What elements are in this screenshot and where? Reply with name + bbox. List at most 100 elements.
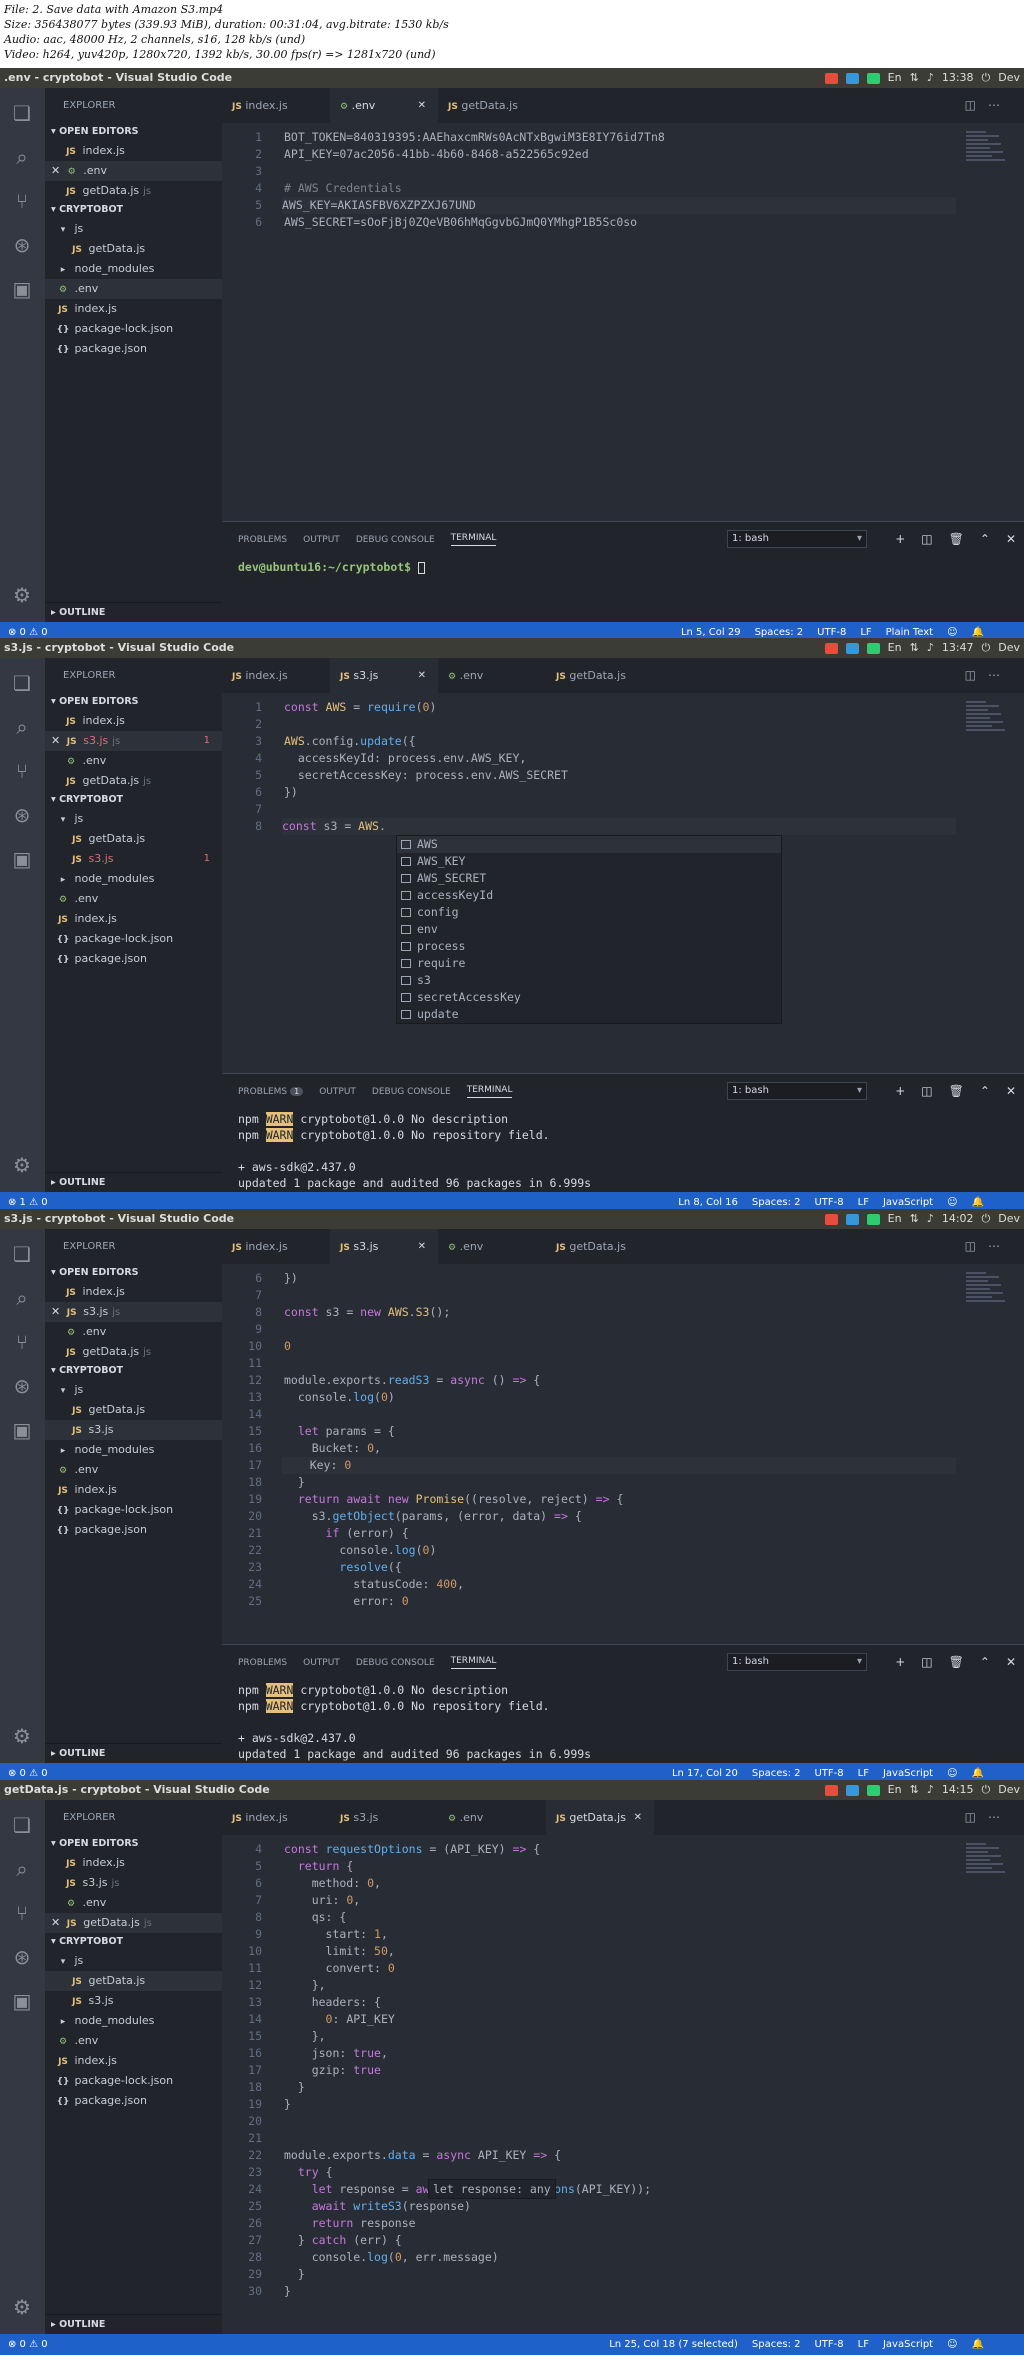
panel-tab[interactable]: OUTPUT: [319, 1087, 356, 1097]
outline-section[interactable]: ▸ OUTLINE: [45, 2314, 222, 2334]
file-item[interactable]: ⚙ .env: [45, 889, 222, 909]
panel-tab[interactable]: PROBLEMS 1: [238, 1086, 304, 1097]
file-item[interactable]: ▸ node_modules: [45, 1440, 222, 1460]
status-problems[interactable]: ⊗ 0 ⚠ 0: [8, 2334, 48, 2355]
project-header[interactable]: ▾ CRYPTOBOT: [45, 201, 222, 219]
debug-icon[interactable]: ⊛: [10, 804, 34, 826]
trash-icon[interactable]: 🗑: [949, 1074, 964, 1109]
file-item[interactable]: JS index.js: [45, 1480, 222, 1500]
more-actions-icon[interactable]: ⋯: [988, 1239, 1012, 1253]
maximize-panel-icon[interactable]: ⌃: [980, 1074, 990, 1109]
close-panel-icon[interactable]: ✕: [1006, 1074, 1016, 1109]
minimap[interactable]: [966, 701, 1012, 741]
volume-icon[interactable]: ♪: [927, 68, 934, 88]
trash-icon[interactable]: 🗑: [949, 522, 964, 557]
split-editor-icon[interactable]: ◫: [965, 1810, 988, 1824]
editor-tab[interactable]: JS getData.js ✕: [546, 1800, 654, 1835]
file-item[interactable]: {} package.json: [45, 339, 222, 359]
file-item[interactable]: ▾ js: [45, 1380, 222, 1400]
feedback-icon[interactable]: ☺: [947, 2334, 957, 2355]
editor-tab[interactable]: ⚙ .env: [438, 658, 546, 693]
suggestion-item[interactable]: s3: [397, 972, 781, 989]
settings-gear-icon[interactable]: ⚙: [10, 584, 34, 606]
maximize-panel-icon[interactable]: ⌃: [980, 1645, 990, 1680]
file-item[interactable]: ✕ JS s3.js js 1: [45, 731, 222, 751]
close-editor-icon[interactable]: ✕: [51, 1916, 64, 1929]
autocomplete-popup[interactable]: AWS AWS_KEY AWS_SECRET accessKeyId config env…: [396, 835, 782, 1024]
file-item[interactable]: ⚙ .env: [45, 751, 222, 771]
file-item[interactable]: ✕ JS s3.js js: [45, 1302, 222, 1322]
record-icon[interactable]: [824, 1213, 838, 1225]
editor-tab[interactable]: JS index.js: [222, 1800, 330, 1835]
terminal-select[interactable]: 1: bash: [727, 1653, 867, 1671]
telegram-icon[interactable]: [845, 1784, 859, 1796]
record-icon[interactable]: [824, 1784, 838, 1796]
files-icon[interactable]: ❏: [10, 102, 34, 124]
file-item[interactable]: JS getData.js js: [45, 771, 222, 791]
panel-tab[interactable]: TERMINAL: [450, 1656, 497, 1669]
file-item[interactable]: ⚙ .env: [45, 279, 222, 299]
file-item[interactable]: {} package-lock.json: [45, 2071, 222, 2091]
power-icon[interactable]: ⏻: [982, 68, 991, 88]
editor-tab[interactable]: ⚙ .env ✕: [330, 88, 438, 123]
file-item[interactable]: JS index.js: [45, 1282, 222, 1302]
suggestion-item[interactable]: accessKeyId: [397, 887, 781, 904]
close-editor-icon[interactable]: ✕: [51, 164, 64, 177]
file-item[interactable]: {} package-lock.json: [45, 1500, 222, 1520]
settings-gear-icon[interactable]: ⚙: [10, 1725, 34, 1747]
debug-icon[interactable]: ⊛: [10, 234, 34, 256]
status-item[interactable]: LF: [858, 2334, 869, 2355]
network-icon[interactable]: ⇅: [910, 638, 919, 658]
minimap[interactable]: [966, 1843, 1012, 1883]
split-terminal-icon[interactable]: ◫: [921, 1074, 932, 1109]
file-item[interactable]: JS index.js: [45, 299, 222, 319]
file-item[interactable]: JS getData.js: [45, 829, 222, 849]
files-icon[interactable]: ❏: [10, 672, 34, 694]
file-item[interactable]: JS s3.js: [45, 1420, 222, 1440]
record-icon[interactable]: [824, 642, 838, 654]
split-terminal-icon[interactable]: ◫: [921, 1645, 932, 1680]
power-icon[interactable]: ⏻: [982, 638, 991, 658]
panel-tab[interactable]: DEBUG CONSOLE: [372, 1087, 451, 1097]
file-item[interactable]: {} package.json: [45, 949, 222, 969]
settings-gear-icon[interactable]: ⚙: [10, 2296, 34, 2318]
panel-tab[interactable]: PROBLEMS: [238, 535, 287, 545]
more-actions-icon[interactable]: ⋯: [988, 98, 1012, 112]
suggestion-item[interactable]: process: [397, 938, 781, 955]
file-item[interactable]: {} package-lock.json: [45, 319, 222, 339]
language-indicator[interactable]: En: [888, 1209, 902, 1229]
file-item[interactable]: ⚙ .env: [45, 2031, 222, 2051]
file-item[interactable]: {} package.json: [45, 2091, 222, 2111]
telegram-icon[interactable]: [845, 1213, 859, 1225]
bell-icon[interactable]: 🔔: [972, 2334, 984, 2355]
more-actions-icon[interactable]: ⋯: [988, 668, 1012, 682]
file-item[interactable]: {} package.json: [45, 1520, 222, 1540]
add-terminal-icon[interactable]: +: [895, 1074, 905, 1109]
add-terminal-icon[interactable]: +: [895, 1645, 905, 1680]
editor-tab[interactable]: ⚙ .env: [438, 1800, 546, 1835]
close-editor-icon[interactable]: ✕: [51, 1305, 64, 1318]
close-panel-icon[interactable]: ✕: [1006, 522, 1016, 557]
tab-close-icon[interactable]: ✕: [418, 88, 426, 123]
status-item[interactable]: UTF-8: [814, 2334, 843, 2355]
outline-section[interactable]: ▸ OUTLINE: [45, 602, 222, 622]
volume-icon[interactable]: ♪: [927, 1780, 934, 1800]
editor-tab[interactable]: JS getData.js: [546, 1229, 654, 1264]
suggestion-item[interactable]: require: [397, 955, 781, 972]
open-editors-header[interactable]: ▾ OPEN EDITORS: [45, 1835, 222, 1853]
file-item[interactable]: JS index.js: [45, 909, 222, 929]
trash-icon[interactable]: 🗑: [949, 1645, 964, 1680]
project-header[interactable]: ▾ CRYPTOBOT: [45, 1362, 222, 1380]
power-icon[interactable]: ⏻: [982, 1209, 991, 1229]
network-icon[interactable]: ⇅: [910, 1209, 919, 1229]
file-item[interactable]: JS index.js: [45, 141, 222, 161]
source-control-icon[interactable]: ⑂: [10, 190, 34, 212]
file-item[interactable]: ⚙ .env: [45, 1893, 222, 1913]
panel-tab[interactable]: DEBUG CONSOLE: [356, 535, 435, 545]
terminal-select[interactable]: 1: bash: [727, 1082, 867, 1100]
code-editor[interactable]: 6 7 8 9 10 11 12 13 14 15 16 17 18 19 20 21 22 23 24 25}) c…: [222, 1264, 1024, 1644]
editor-tab[interactable]: JS s3.js: [330, 1800, 438, 1835]
file-item[interactable]: ▸ node_modules: [45, 259, 222, 279]
file-item[interactable]: ✕ JS getData.js js: [45, 1913, 222, 1933]
outline-section[interactable]: ▸ OUTLINE: [45, 1743, 222, 1763]
